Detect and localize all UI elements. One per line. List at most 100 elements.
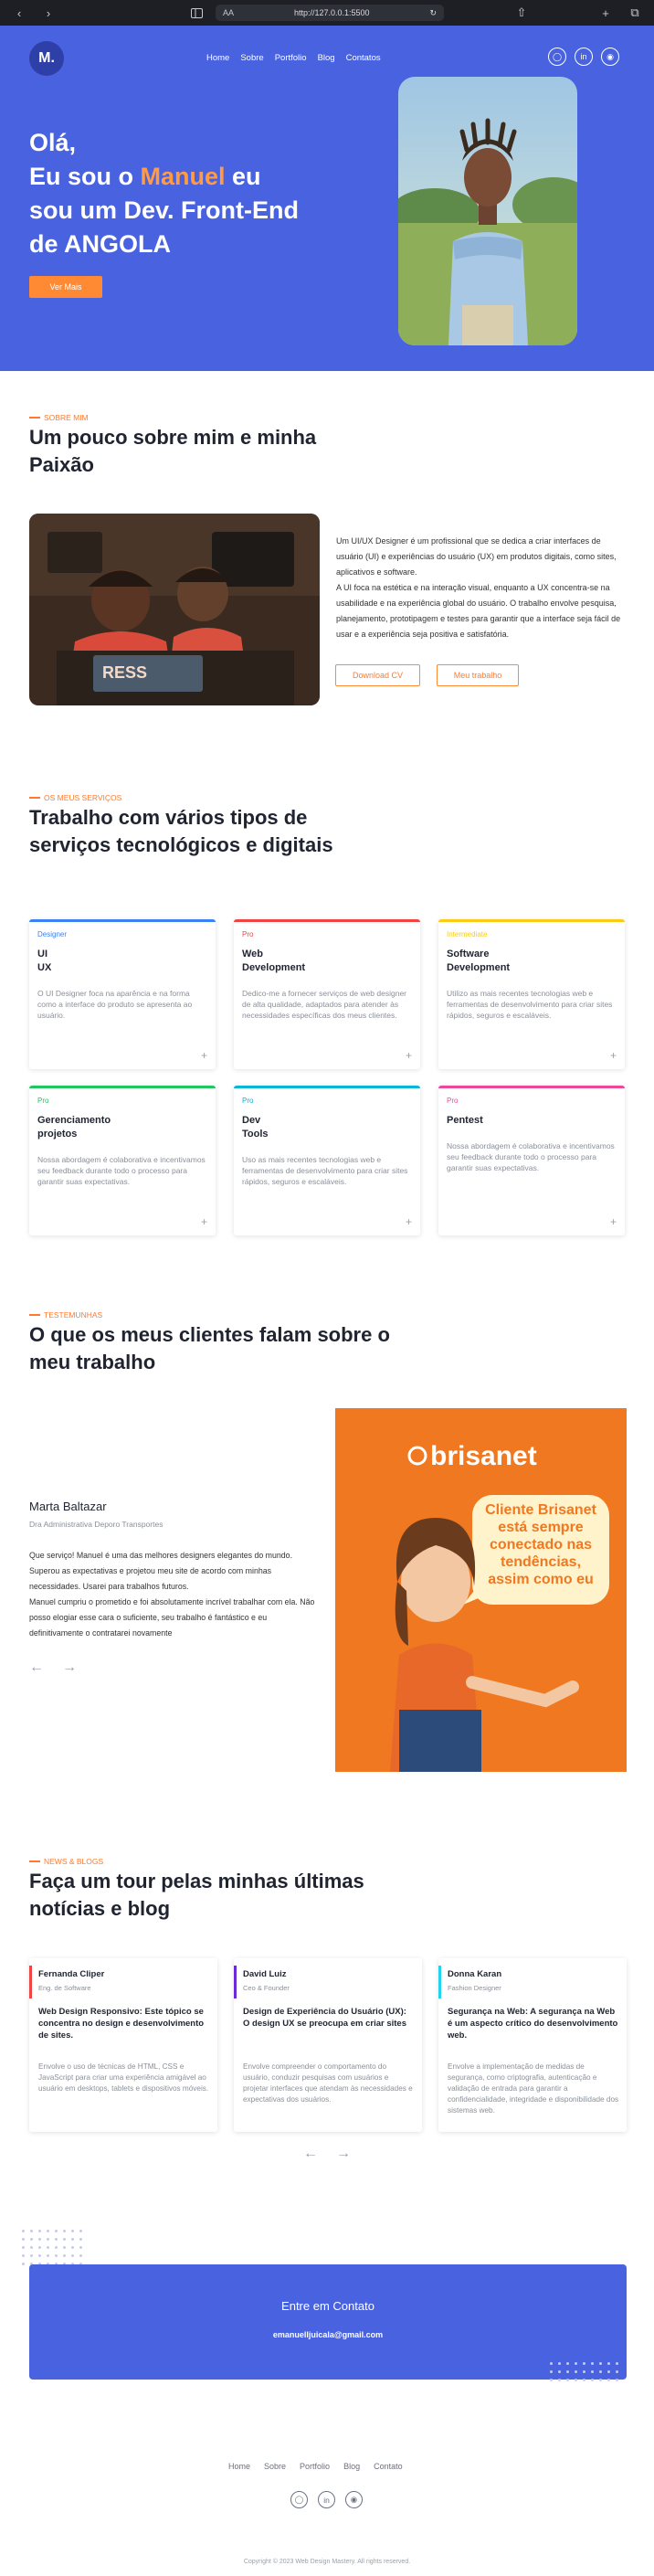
reload-icon[interactable]: ↻ (429, 8, 437, 18)
instagram-icon[interactable]: ◯ (548, 48, 566, 66)
blog-post-title[interactable]: Web Design Responsivo: Este tópico se co… (38, 2006, 210, 2041)
blog-card-accent (234, 1966, 237, 1998)
blog-author: Donna Karan (448, 1969, 502, 1979)
about-text: Um UI/UX Designer é um profissional que … (336, 534, 621, 642)
blog-card[interactable]: David Luiz Ceo & Founder Design de Experiê… (234, 1958, 422, 2132)
footer-nav-sobre[interactable]: Sobre (264, 2462, 286, 2471)
decorative-dot (63, 2254, 66, 2257)
service-name: Dev Tools (242, 1115, 269, 1140)
linkedin-icon[interactable]: in (318, 2491, 335, 2508)
blog-prev-arrow-icon[interactable]: ← (303, 2146, 318, 2162)
decorative-dot (47, 2246, 49, 2249)
logo[interactable]: M. (29, 41, 64, 76)
service-card[interactable]: Intermediate Software Development Utilizo … (438, 919, 625, 1069)
ver-mais-button[interactable]: Ver Mais (29, 276, 102, 298)
blog-card[interactable]: Fernanda Cliper Eng. de Software Web Desig… (29, 1958, 217, 2132)
linkedin-icon[interactable]: in (575, 48, 593, 66)
service-tag: Pro (447, 1097, 459, 1105)
header-socials: ◯ in ◉ (548, 48, 619, 66)
hero-name: Manuel (140, 163, 226, 190)
plus-icon[interactable]: + (610, 1049, 617, 1062)
service-tag: Pro (37, 1097, 49, 1105)
testimonial-image: brisanet Cliente Brisanet está sempre co… (335, 1408, 627, 1772)
service-name: Software Development (447, 949, 511, 973)
blog-post-title[interactable]: Segurança na Web: A segurança na Web é u… (448, 2006, 619, 2041)
blog-kicker: NEWS & BLOGS (29, 1857, 103, 1866)
decorative-dot (30, 2230, 33, 2232)
instagram-icon[interactable]: ◯ (290, 2491, 308, 2508)
service-card[interactable]: Designer UI UX O UI Designer foca na aparê… (29, 919, 216, 1069)
testimonial-quote: Que serviço! Manuel é uma das melhores d… (29, 1548, 322, 1641)
decorative-dot (558, 2362, 561, 2365)
share-icon[interactable]: ⇧ (512, 4, 532, 22)
footer-nav-contato[interactable]: Contato (374, 2462, 403, 2471)
github-icon[interactable]: ◉ (345, 2491, 363, 2508)
decorative-dot (575, 2370, 577, 2373)
decorative-dot (30, 2254, 33, 2257)
footer-nav-blog[interactable]: Blog (343, 2462, 360, 2471)
contact-email[interactable]: emanuelljuicala@gmail.com (29, 2330, 627, 2339)
footer-nav: Home Sobre Portfolio Blog Contato (228, 2462, 403, 2471)
testimonial-prev-arrow-icon[interactable]: ← (29, 1659, 44, 1676)
blog-card[interactable]: Donna Karan Fashion Designer Segurança na … (438, 1958, 627, 2132)
blog-post-title[interactable]: Design de Experiência do Usuário (UX): O… (243, 2006, 415, 2030)
decorative-dot (22, 2246, 25, 2249)
tabs-icon[interactable]: ⧉ (625, 4, 645, 22)
forward-icon[interactable]: › (38, 4, 58, 22)
decorative-dot (550, 2362, 553, 2365)
service-name: Web Development (242, 949, 306, 973)
service-description: O UI Designer foca na aparência e na for… (37, 989, 193, 1020)
service-description: Uso as mais recentes tecnologias web e f… (242, 1155, 408, 1186)
plus-icon[interactable]: + (610, 1215, 617, 1228)
service-card[interactable]: Pro Dev Tools Uso as mais recentes tecnolo… (234, 1086, 420, 1235)
sidebar-icon[interactable] (186, 4, 206, 22)
blog-next-arrow-icon[interactable]: → (336, 2146, 351, 2162)
my-work-button[interactable]: Meu trabalho (437, 664, 519, 686)
decorative-dot (22, 2238, 25, 2241)
about-image: RESS (29, 514, 320, 705)
decorative-dot (599, 2370, 602, 2373)
decorative-dot (558, 2370, 561, 2373)
url-text: http://127.0.0.1:5500 (293, 8, 370, 17)
new-tab-icon[interactable]: + (596, 4, 616, 22)
nav-home[interactable]: Home (206, 53, 229, 63)
plus-icon[interactable]: + (201, 1049, 207, 1062)
blog-title: Faça um tour pelas minhas últimas notíci… (29, 1870, 364, 1920)
service-card[interactable]: Pro Pentest Nossa abordagem é colaborativa… (438, 1086, 625, 1235)
hero-section: M. Home Sobre Portfolio Blog Contatos ◯ … (0, 26, 654, 371)
hero-title: Olá, Eu sou o Manuel eu sou um Dev. Fron… (29, 126, 331, 261)
decorative-dot (30, 2238, 33, 2241)
nav-portfolio[interactable]: Portfolio (275, 53, 307, 63)
hero-line-1: Olá, (29, 129, 77, 156)
plus-icon[interactable]: + (406, 1215, 412, 1228)
nav-blog[interactable]: Blog (318, 53, 335, 63)
decorative-dots-left (22, 2230, 82, 2265)
plus-icon[interactable]: + (406, 1049, 412, 1062)
decorative-dot (607, 2362, 610, 2365)
decorative-dot (583, 2370, 585, 2373)
plus-icon[interactable]: + (201, 1215, 207, 1228)
download-cv-button[interactable]: Download CV (335, 664, 420, 686)
decorative-dot (38, 2230, 41, 2232)
nav-contatos[interactable]: Contatos (346, 53, 381, 63)
decorative-dot (71, 2254, 74, 2257)
testimonial-next-arrow-icon[interactable]: → (62, 1659, 77, 1676)
decorative-dot (575, 2379, 577, 2381)
service-card[interactable]: Pro Gerenciamento projetos Nossa abordagem… (29, 1086, 216, 1235)
about-kicker: SOBRE MIM (29, 413, 89, 422)
decorative-dot (558, 2379, 561, 2381)
footer-nav-portfolio[interactable]: Portfolio (300, 2462, 330, 2471)
testimonial-quote-1: Que serviço! Manuel é uma das melhores d… (29, 1551, 293, 1591)
decorative-dot (22, 2263, 25, 2265)
nav-sobre[interactable]: Sobre (240, 53, 263, 63)
service-name: Pentest (447, 1115, 483, 1126)
address-bar[interactable]: AA http://127.0.0.1:5500 ↻ (216, 5, 444, 21)
service-card[interactable]: Pro Web Development Dedico-me a fornecer s… (234, 919, 420, 1069)
footer-nav-home[interactable]: Home (228, 2462, 250, 2471)
decorative-dot (22, 2230, 25, 2232)
browser-toolbar: ‹ › AA http://127.0.0.1:5500 ↻ ⇧ + ⧉ (0, 0, 654, 26)
back-icon[interactable]: ‹ (9, 4, 29, 22)
reader-button[interactable]: AA (223, 8, 234, 17)
github-icon[interactable]: ◉ (601, 48, 619, 66)
hero-line-2-prefix: Eu sou o (29, 163, 141, 190)
